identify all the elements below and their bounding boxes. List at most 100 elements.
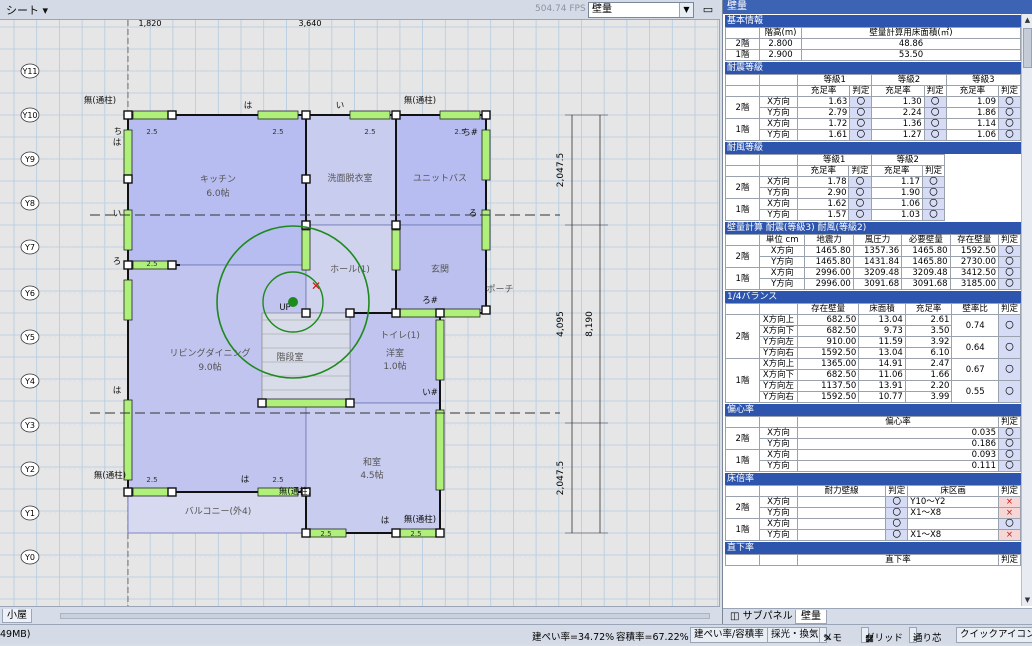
- column: [391, 528, 401, 538]
- column: [345, 398, 355, 408]
- scroll-up-icon[interactable]: ▲: [1022, 14, 1032, 26]
- wall-strength-label: 2.5: [146, 260, 157, 268]
- column: [123, 110, 133, 120]
- wall-label: ろ: [113, 257, 122, 267]
- table-row: 2階 X方向 1465.80 1357.36 1465.80 1592.50 〇: [725, 245, 1021, 268]
- table-row: Y方向左 1137.50 13.91 2.20 0.55 〇: [726, 380, 1021, 403]
- grid-label: Y4: [24, 377, 35, 386]
- tab-wall-quantity[interactable]: 壁量: [795, 610, 827, 624]
- column: [123, 260, 133, 270]
- table-row: 2階 2.800 48.86: [725, 38, 1021, 50]
- panel-body: 基本情報 階高(m) 壁量計算用床面積(㎡) 2階 2.800 48.86 1階 2.9…: [725, 14, 1021, 606]
- grid-button[interactable]: ▦ グリッド: [861, 627, 903, 644]
- column: [481, 305, 491, 315]
- table-row: Y方向 2996.00 3091.68 3091.68 3185.00 〇: [726, 278, 1021, 290]
- scroll-thumb[interactable]: [1023, 28, 1032, 68]
- wall-label: 無(通柱): [84, 95, 116, 106]
- table-row: Y方向 0.111 〇: [726, 460, 1021, 472]
- chevron-down-icon[interactable]: ▼: [679, 3, 693, 17]
- quick-icon-button[interactable]: クイックアイコン: [956, 627, 1032, 643]
- column: [257, 398, 267, 408]
- grid-label: Y2: [24, 465, 35, 474]
- center-of-gravity: [288, 297, 298, 307]
- room-area: [305, 114, 397, 226]
- column: [301, 110, 311, 120]
- section-basic: 基本情報: [725, 15, 1021, 27]
- room-label: 1.0帖: [383, 360, 406, 372]
- room-label: 4.5帖: [360, 469, 383, 481]
- table-row: 2階 X方向 1.78 〇 1.17 〇: [725, 176, 946, 199]
- column: [391, 308, 401, 318]
- room-label: 階段室: [276, 351, 303, 363]
- view-select[interactable]: 壁量 ▼: [588, 2, 694, 18]
- grid-label: Y8: [24, 199, 35, 208]
- braced-wall: [439, 110, 481, 120]
- room-label: ユニットバス: [413, 173, 467, 184]
- scroll-down-icon[interactable]: ▼: [1022, 594, 1032, 606]
- wall-label: ろ: [469, 209, 478, 219]
- table-row: 2階 X方向〇 Y10～Y2 ×: [725, 496, 1021, 519]
- table-row: 1階 X方向〇〇: [725, 518, 1021, 541]
- axis-button[interactable]: ⌗ 通り芯: [909, 627, 942, 644]
- table-row: 1階 X方向上 1365.00 14.91 2.47 0.67 〇: [725, 358, 1021, 403]
- floor-plan-canvas[interactable]: Y11 Y10 Y9 Y8 Y7 Y6 Y5 Y4 Y3 Y2 Y1 Y0 1,820 3,640 キッチン…: [0, 20, 720, 606]
- wall-strength-label: 2.5: [320, 530, 331, 538]
- room-label: 玄関: [431, 263, 449, 275]
- dim-label: 2,047.5: [556, 153, 566, 187]
- wall-label: は: [113, 386, 122, 396]
- braced-wall: [349, 110, 391, 120]
- column: [391, 110, 401, 120]
- ratio-button[interactable]: 建ぺい率/容積率: [690, 627, 768, 643]
- floor-tab-bar: 小屋: [0, 606, 720, 624]
- braced-wall: [435, 409, 445, 491]
- dim-label: 2,047.5: [556, 461, 566, 495]
- tab-attic[interactable]: 小屋: [2, 609, 32, 623]
- room-label: キッチン: [200, 174, 236, 185]
- memo-button[interactable]: ✎ メモ: [819, 627, 842, 644]
- room-label: 洗面脱衣室: [327, 172, 372, 184]
- basic-table: 階高(m) 壁量計算用床面積(㎡) 2階 2.800 48.86 1階 2.900 53.…: [725, 27, 1021, 61]
- floor-plan[interactable]: Y11 Y10 Y9 Y8 Y7 Y6 Y5 Y4 Y3 Y2 Y1 Y0 1,820 3,640 キッチン…: [0, 20, 720, 606]
- coverage-ratio: 建ぺい率=34.72%: [532, 632, 615, 643]
- wall-strength-label: 2.5: [454, 128, 465, 136]
- table-row: Y方向 1465.80 1431.84 1465.80 2730.00 〇: [726, 256, 1021, 268]
- braced-wall: [132, 110, 174, 120]
- braced-wall: [481, 129, 491, 181]
- column: [301, 528, 311, 538]
- monitor-icon[interactable]: ▭: [700, 2, 716, 18]
- braced-wall: [257, 110, 299, 120]
- wall-label: い: [336, 101, 345, 111]
- room-area: [305, 402, 441, 534]
- panel-scrollbar[interactable]: ▲ ▼: [1021, 14, 1032, 606]
- column: [435, 308, 445, 318]
- grid-label: Y9: [24, 155, 35, 164]
- braced-wall: [391, 229, 401, 271]
- eccentricity-table: 偏心率 判定 2階 X方向 0.035 〇 Y方向 0.186 〇 1階 X方向 0.093 〇 Y方向 0…: [725, 416, 1021, 472]
- braced-wall: [123, 279, 133, 321]
- column: [391, 220, 401, 230]
- floor-area-ratio: 容積率=67.22%: [616, 632, 689, 643]
- dim-label: 4,095: [556, 311, 566, 337]
- braced-wall: [481, 209, 491, 251]
- horizontal-scrollbar[interactable]: [60, 613, 710, 619]
- wall-label: 無(通柱): [404, 514, 436, 525]
- sheet-menu[interactable]: シート ▾: [0, 2, 54, 18]
- grid-label: Y7: [24, 243, 35, 252]
- grid-label: Y0: [24, 553, 35, 562]
- tab-subpanel[interactable]: ◫ サブパネル: [725, 610, 798, 624]
- table-row: Y方向〇 X1～X8 ×: [726, 507, 1021, 519]
- grid-label: Y5: [24, 333, 35, 342]
- center-of-rigidity: ✕: [311, 279, 321, 293]
- room-label: 6.0帖: [206, 187, 229, 199]
- wall-strength-label: 2.5: [272, 476, 283, 484]
- dim-label: 3,640: [299, 20, 322, 28]
- table-row: 1階 2.900 53.50: [725, 49, 1021, 61]
- table-row: 1階 X方向 0.093 〇: [725, 449, 1021, 472]
- braced-wall: [435, 319, 445, 381]
- table-row: 2階 X方向 1.63 〇 1.30 〇 1.09 〇: [725, 96, 1021, 119]
- light-vent-button[interactable]: 採光・換気: [767, 627, 823, 643]
- wall-strength-label: 2.5: [364, 128, 375, 136]
- column: [435, 528, 445, 538]
- wall-quantity-panel: 壁量 基本情報 階高(m) 壁量計算用床面積(㎡) 2階 2.800 48.86 1階…: [722, 0, 1032, 624]
- wall-label: は: [381, 516, 390, 526]
